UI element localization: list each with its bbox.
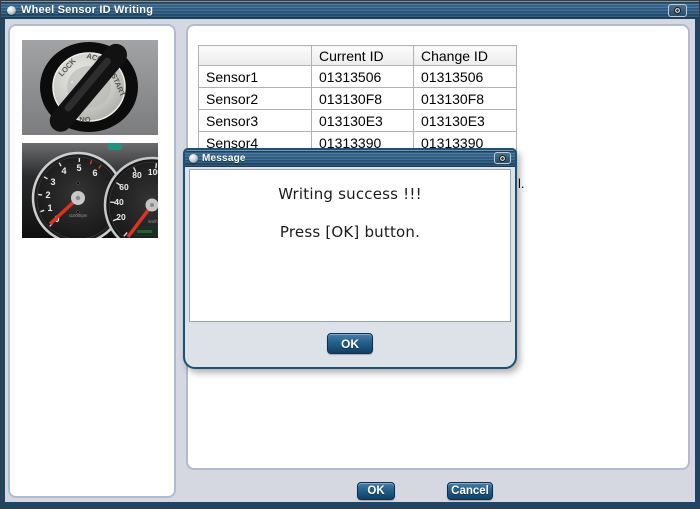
dialog-screenshot-button[interactable] <box>494 152 511 164</box>
sensor-name: Sensor1 <box>199 66 312 88</box>
speed-number: 40 <box>114 197 124 207</box>
change-id-value: 013130F8 <box>414 88 517 110</box>
table-row: Sensor2 013130F8 013130F8 <box>199 88 517 110</box>
current-id-value: 013130F8 <box>312 88 414 110</box>
dialog-sphere-icon <box>189 154 198 163</box>
partially-hidden-text: l. <box>518 176 525 191</box>
sensor-id-table: Current ID Change ID Sensor1 01313506 01… <box>198 45 517 154</box>
ok-button[interactable]: OK <box>357 482 395 500</box>
speed-number: 80 <box>132 170 142 180</box>
ignition-label-on: ON <box>79 115 90 124</box>
column-header-change-id: Change ID <box>414 46 517 66</box>
speed-number: 100 <box>148 167 158 177</box>
speed-unit-label: km/h <box>148 219 158 224</box>
screenshot-button[interactable] <box>668 4 687 17</box>
dialog-message-line2: Press [OK] button. <box>190 223 510 241</box>
sensor-name: Sensor3 <box>199 110 312 132</box>
column-header-current-id: Current ID <box>312 46 414 66</box>
cancel-button[interactable]: Cancel <box>447 482 493 500</box>
app-sphere-icon <box>7 6 16 15</box>
table-row: Sensor1 01313506 01313506 <box>199 66 517 88</box>
turn-indicator-lamp <box>108 143 122 150</box>
sensor-name: Sensor2 <box>199 88 312 110</box>
column-header-blank <box>199 46 312 66</box>
speed-number: 20 <box>116 212 126 222</box>
dialog-titlebar: Message <box>185 150 515 167</box>
tach-number: 6 <box>92 168 97 178</box>
app-window: Wheel Sensor ID Writing <box>0 0 700 509</box>
window-title: Wheel Sensor ID Writing <box>21 4 153 16</box>
table-row: Sensor3 013130E3 013130E3 <box>199 110 517 132</box>
speed-number: 60 <box>119 182 129 192</box>
window-titlebar: Wheel Sensor ID Writing <box>1 1 699 19</box>
dialog-title: Message <box>202 153 246 164</box>
current-id-value: 01313506 <box>312 66 414 88</box>
tach-number: 2 <box>45 190 50 200</box>
camera-icon <box>674 7 681 14</box>
change-id-value: 013130E3 <box>414 110 517 132</box>
dialog-message-area: Writing success !!! Press [OK] button. <box>189 169 511 322</box>
message-dialog: Message Writing success !!! Press [OK] b… <box>183 148 517 369</box>
gauge-cluster-photo: 0 1 2 3 4 5 6 x1000rpm <box>22 143 158 238</box>
change-id-value: 01313506 <box>414 66 517 88</box>
window-frame: LOCK ACC START ON <box>1 19 699 508</box>
tach-number: 1 <box>47 203 52 213</box>
table-header-row: Current ID Change ID <box>199 46 517 66</box>
tach-number: 3 <box>50 177 55 187</box>
dialog-ok-button[interactable]: OK <box>327 333 373 354</box>
tach-number: 4 <box>61 166 66 176</box>
image-panel: LOCK ACC START ON <box>8 24 176 498</box>
ignition-switch-photo: LOCK ACC START ON <box>22 40 158 135</box>
camera-icon <box>499 155 506 162</box>
tach-number: 5 <box>76 163 81 173</box>
current-id-value: 013130E3 <box>312 110 414 132</box>
tach-unit-label: x1000rpm <box>69 213 88 218</box>
dialog-message-line1: Writing success !!! <box>190 185 510 203</box>
